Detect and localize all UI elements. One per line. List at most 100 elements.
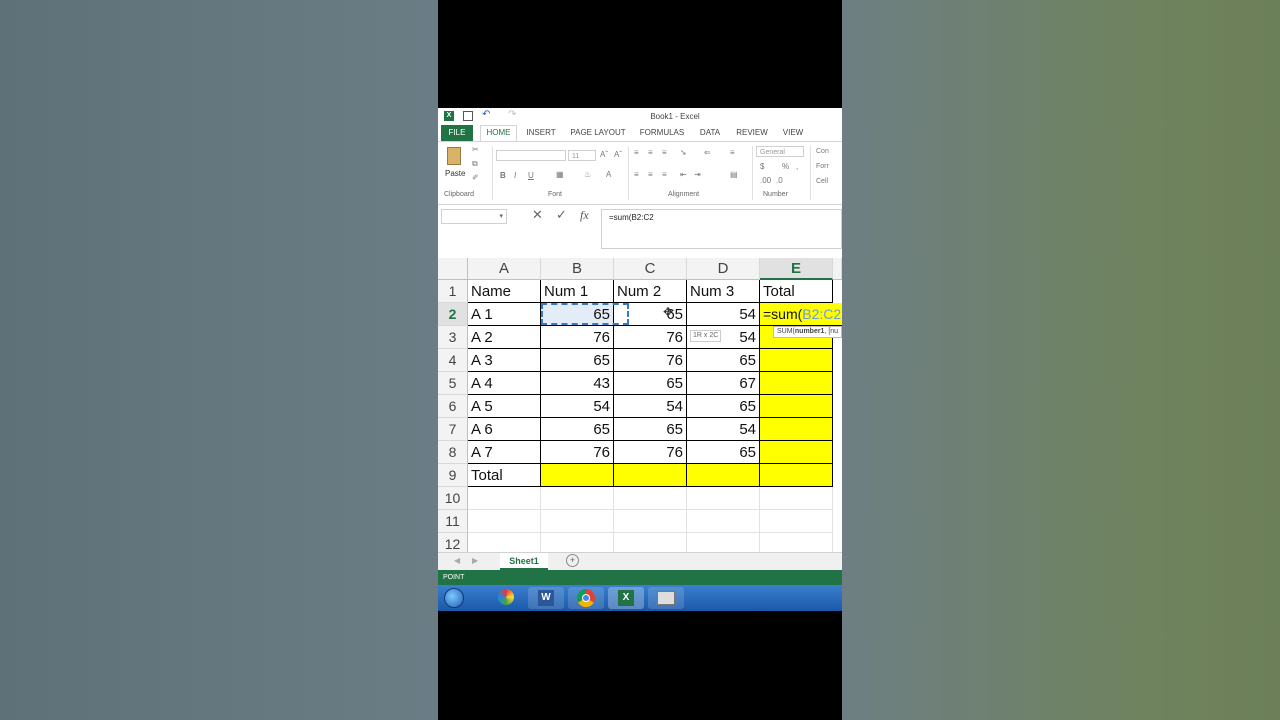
bold-button[interactable]: B (500, 171, 506, 181)
cell-b7[interactable]: 65 (541, 418, 614, 441)
cut-icon[interactable]: ✂ (472, 145, 479, 155)
tab-page-layout[interactable]: PAGE LAYOUT (568, 125, 628, 141)
cell-c4[interactable]: 76 (614, 349, 687, 372)
cell-e10[interactable] (760, 487, 833, 510)
shrink-font-icon[interactable]: Aˇ (614, 150, 622, 160)
cell-a5[interactable]: A 4 (468, 372, 541, 395)
tab-view[interactable]: VIEW (780, 125, 806, 141)
cell-a6[interactable]: A 5 (468, 395, 541, 418)
row-header-6[interactable]: 6 (438, 395, 468, 418)
cell-b6[interactable]: 54 (541, 395, 614, 418)
increase-decimal-icon[interactable]: .00 (760, 176, 771, 186)
orientation-icon[interactable]: ➘ (680, 148, 687, 158)
align-center-icon[interactable]: ≡ (648, 170, 653, 180)
row-header-10[interactable]: 10 (438, 487, 468, 510)
taskbar-word[interactable]: W (528, 587, 564, 609)
cell-c11[interactable] (614, 510, 687, 533)
copy-icon[interactable]: ⧉ (472, 159, 478, 169)
cell-a3[interactable]: A 2 (468, 326, 541, 349)
paste-label[interactable]: Paste (445, 169, 465, 178)
enter-icon[interactable]: ✓ (556, 207, 567, 223)
cell-a4[interactable]: A 3 (468, 349, 541, 372)
cell-e6[interactable] (760, 395, 833, 418)
middle-align-icon[interactable]: ≡ (648, 148, 653, 158)
cell-b10[interactable] (541, 487, 614, 510)
cell-d2[interactable]: 54 (687, 303, 760, 326)
sheet-tab-sheet1[interactable]: Sheet1 (500, 553, 548, 570)
tab-formulas[interactable]: FORMULAS (638, 125, 686, 141)
row-header-3[interactable]: 3 (438, 326, 468, 349)
decrease-indent-icon[interactable]: ⇤ (680, 170, 687, 180)
currency-icon[interactable]: $ (760, 162, 764, 172)
cell-b9[interactable] (541, 464, 614, 487)
cell-e9[interactable] (760, 464, 833, 487)
align-right-icon[interactable]: ≡ (662, 170, 667, 180)
taskbar-window[interactable] (648, 587, 684, 609)
taskbar-paint[interactable] (488, 587, 524, 609)
tab-insert[interactable]: INSERT (524, 125, 558, 141)
cell-b3[interactable]: 76 (541, 326, 614, 349)
new-sheet-icon[interactable]: + (566, 554, 579, 567)
cell-d10[interactable] (687, 487, 760, 510)
cell-e11[interactable] (760, 510, 833, 533)
cell-d7[interactable]: 54 (687, 418, 760, 441)
cell-e2-editing[interactable]: =sum(B2:C2 (760, 303, 842, 326)
cell-b8[interactable]: 76 (541, 441, 614, 464)
insert-function-icon[interactable]: fx (580, 208, 589, 223)
percent-icon[interactable]: % (782, 162, 789, 172)
cell-b4[interactable]: 65 (541, 349, 614, 372)
align-left-icon[interactable]: ≡ (634, 170, 639, 180)
cancel-icon[interactable]: ✕ (532, 207, 543, 223)
fill-color-icon[interactable]: ♨ (584, 170, 591, 180)
scroll-right-icon[interactable]: ▶ (472, 556, 478, 565)
merge-center-icon[interactable]: ▤ (730, 170, 738, 180)
cell-c8[interactable]: 76 (614, 441, 687, 464)
cell-c9[interactable] (614, 464, 687, 487)
taskbar-excel[interactable]: X (608, 587, 644, 609)
cell-a7[interactable]: A 6 (468, 418, 541, 441)
cell-b1[interactable]: Num 1 (541, 280, 614, 303)
cell-d5[interactable]: 67 (687, 372, 760, 395)
tab-review[interactable]: REVIEW (734, 125, 770, 141)
cell-d6[interactable]: 65 (687, 395, 760, 418)
decrease-decimal-icon[interactable]: .0 (776, 176, 783, 186)
row-header-8[interactable]: 8 (438, 441, 468, 464)
windows-start-icon[interactable] (444, 588, 464, 608)
bottom-align-icon[interactable]: ≡ (662, 148, 667, 158)
row-header-7[interactable]: 7 (438, 418, 468, 441)
cell-d4[interactable]: 65 (687, 349, 760, 372)
cell-c5[interactable]: 65 (614, 372, 687, 395)
tab-data[interactable]: DATA (696, 125, 724, 141)
wrap-text-icon[interactable]: ⇐ (704, 148, 711, 158)
name-box[interactable]: ▾ (441, 209, 507, 224)
select-all-corner[interactable] (438, 258, 468, 280)
row-header-1[interactable]: 1 (438, 280, 468, 303)
number-format-box[interactable]: General (756, 146, 804, 157)
column-header-d[interactable]: D (687, 258, 760, 280)
cell-d1[interactable]: Num 3 (687, 280, 760, 303)
cell-a11[interactable] (468, 510, 541, 533)
font-color-icon[interactable]: A (606, 170, 611, 180)
top-align-icon[interactable]: ≡ (634, 148, 639, 158)
column-header-c[interactable]: C (614, 258, 687, 280)
cell-e1[interactable]: Total (760, 280, 833, 303)
tab-home[interactable]: HOME (480, 125, 517, 141)
tab-file[interactable]: FILE (441, 125, 473, 141)
cell-d8[interactable]: 65 (687, 441, 760, 464)
row-header-4[interactable]: 4 (438, 349, 468, 372)
cell-e8[interactable] (760, 441, 833, 464)
cell-a1[interactable]: Name (468, 280, 541, 303)
cell-d9[interactable] (687, 464, 760, 487)
font-name-box[interactable] (496, 150, 566, 161)
underline-button[interactable]: U (528, 171, 534, 181)
cell-e4[interactable] (760, 349, 833, 372)
cell-c6[interactable]: 54 (614, 395, 687, 418)
row-header-2[interactable]: 2 (438, 303, 468, 326)
style-cell-styles[interactable]: Cell (816, 177, 828, 187)
cell-e7[interactable] (760, 418, 833, 441)
cell-c3[interactable]: 76 (614, 326, 687, 349)
comma-icon[interactable]: , (796, 162, 798, 172)
format-painter-icon[interactable]: ✐ (472, 173, 479, 183)
cell-e5[interactable] (760, 372, 833, 395)
cell-a10[interactable] (468, 487, 541, 510)
